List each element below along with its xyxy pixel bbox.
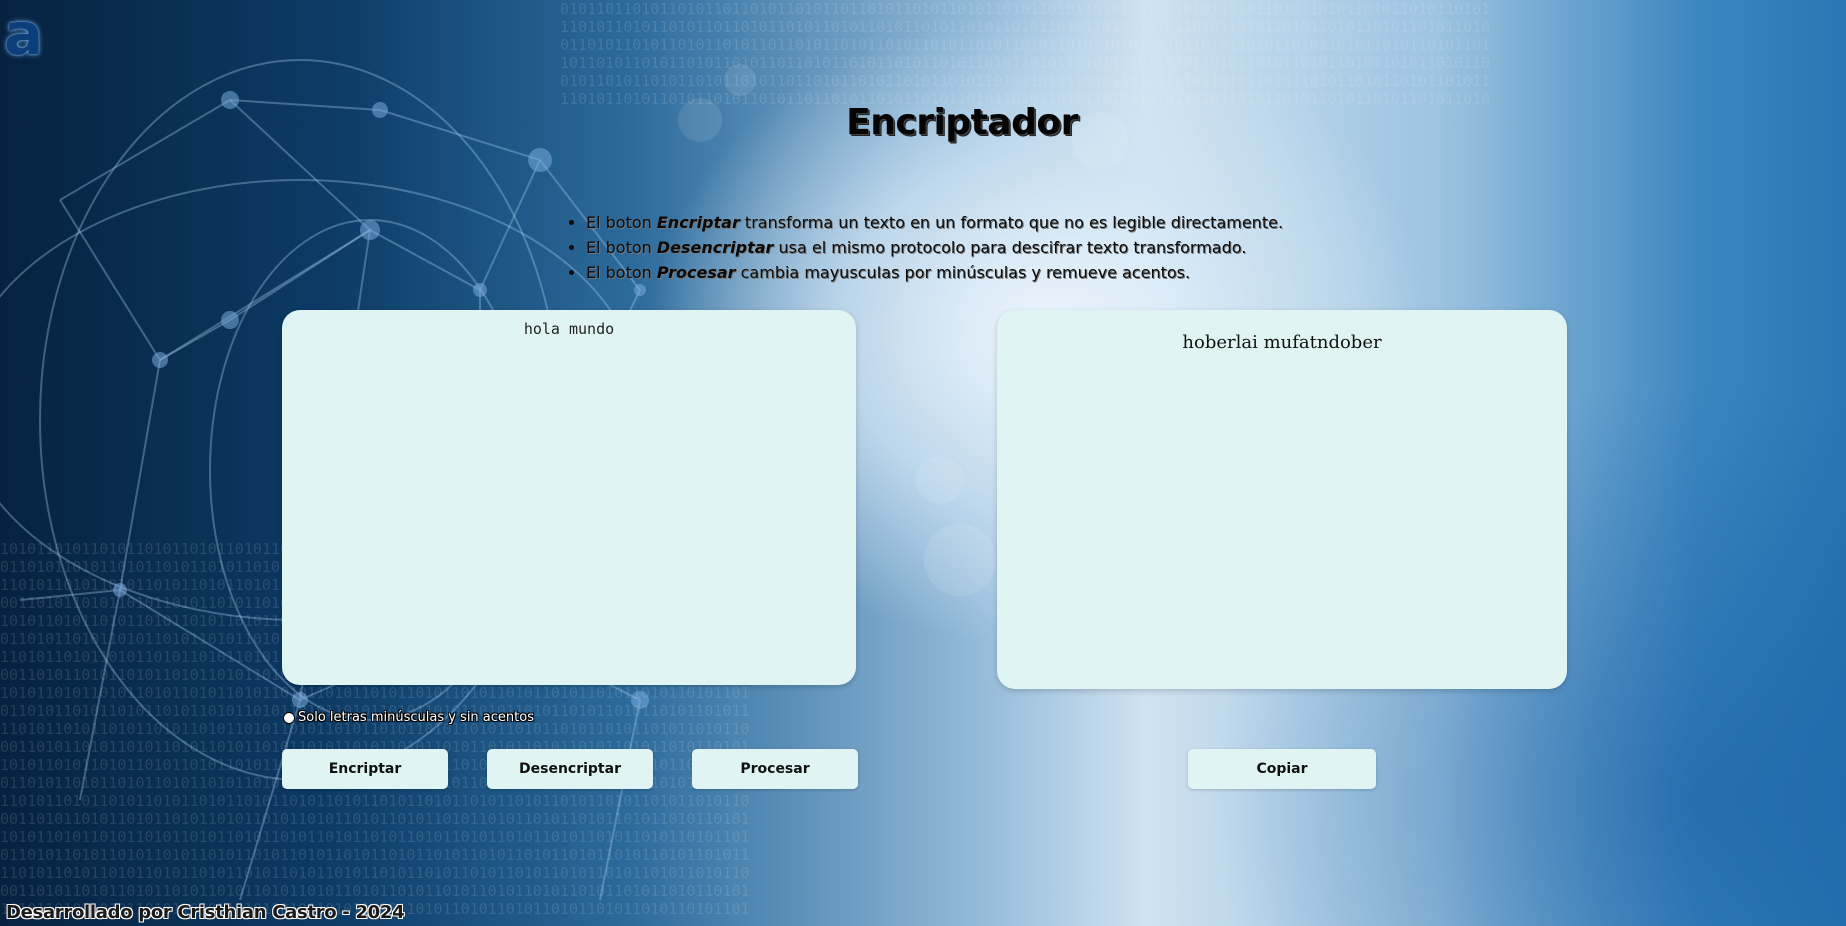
footer-credit: Desarrollado por Cristhian Castro - 2024 [6, 902, 405, 923]
info-circle-icon [283, 711, 295, 724]
copy-button[interactable]: Copiar [1188, 749, 1376, 789]
process-button[interactable]: Procesar [692, 749, 858, 789]
decrypt-button[interactable]: Desencriptar [487, 749, 653, 789]
binary-code-pattern-top: 0101101101011010110110101101011011010110… [560, 0, 1491, 108]
input-textarea[interactable]: hola mundo [282, 310, 856, 685]
hint-text: Solo letras minúsculas y sin acentos [298, 710, 534, 725]
instruction-item: El boton Desencriptar usa el mismo proto… [586, 235, 1283, 260]
alura-logo: a [4, 0, 44, 68]
output-text-value: hoberlai mufatndober [1182, 332, 1382, 353]
instructions-list: El boton Encriptar transforma un texto e… [562, 210, 1283, 285]
output-textarea[interactable]: hoberlai mufatndober [997, 310, 1567, 689]
input-hint: Solo letras minúsculas y sin acentos [283, 710, 534, 725]
instruction-button-name: Encriptar [656, 213, 740, 232]
page-title: Encriptador [846, 102, 1078, 143]
encrypt-button[interactable]: Encriptar [282, 749, 448, 789]
instruction-item: El boton Encriptar transforma un texto e… [586, 210, 1283, 235]
instruction-item: El boton Procesar cambia mayuscuIas por … [586, 260, 1283, 285]
instruction-button-name: Procesar [656, 263, 736, 282]
instruction-button-name: Desencriptar [656, 238, 774, 257]
input-text-value: hola mundo [523, 320, 615, 338]
